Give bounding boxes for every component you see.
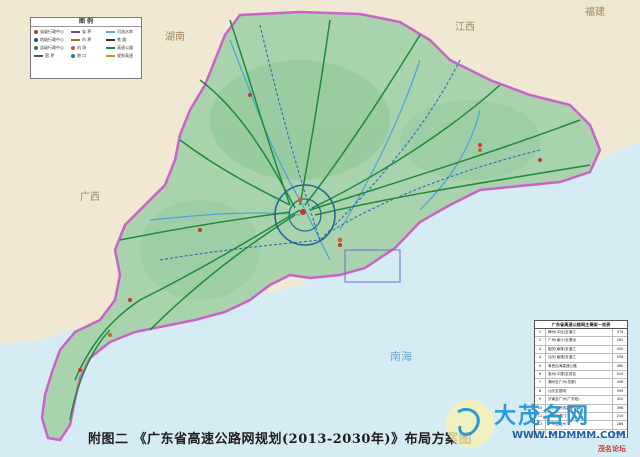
legend-item: 县级行政中心 bbox=[34, 45, 64, 51]
table-cell-km: 480 bbox=[616, 363, 624, 368]
legend-item: 规划高速 bbox=[106, 53, 133, 59]
table-cell-km: 374 bbox=[616, 330, 624, 334]
table-cell-no: 5 bbox=[535, 362, 546, 370]
table-row: 3 韶关(南雄)至湛江 450 bbox=[535, 345, 627, 355]
province-label-fujian: 福建 bbox=[585, 5, 605, 18]
table-row: 5 粤西沿海高速公路 480 bbox=[535, 362, 627, 371]
legend-item: 机 场 bbox=[71, 45, 86, 51]
watermark-site-name: 大茂名网 bbox=[494, 403, 591, 429]
table-cell-no: 1 bbox=[535, 329, 546, 337]
sea-label: 南海 bbox=[390, 349, 412, 363]
table-cell-km: 436 bbox=[616, 380, 624, 385]
legend-item: 国 界 bbox=[34, 53, 54, 59]
table-row: 7 潮州至广州(花都) 436 bbox=[535, 379, 627, 388]
table-cell-no: 2 bbox=[535, 337, 546, 345]
legend-item: 铁 路 bbox=[106, 37, 126, 43]
table-row: 1 梅州(平远)至湛江 374 bbox=[535, 329, 627, 338]
table-cell-no: 6 bbox=[535, 370, 546, 379]
province-label-hunan: 湖南 bbox=[165, 30, 185, 43]
table-cell-name: 惠州(平潭)至茂名 bbox=[546, 370, 613, 379]
legend-item: 港 口 bbox=[71, 53, 86, 59]
table-row: 4 汕头(南澳)至湛江 558 bbox=[535, 354, 627, 363]
watermark-url: WWW.MDMMM.COM bbox=[512, 430, 626, 441]
map-figure: 福建 湖南 广西 江西 南海 图 例 省级行政中心 地级行政中心 县级行政中心 … bbox=[0, 0, 640, 457]
table-cell-name: 潮州至广州(花都) bbox=[546, 379, 613, 387]
legend-heading: 图 例 bbox=[31, 18, 141, 27]
table-cell-name: 广州(南沙)至清远 bbox=[546, 337, 613, 345]
table-cell-km: 510 bbox=[616, 371, 624, 376]
legend-item: 河流水库 bbox=[106, 29, 133, 35]
table-cell-km: 558 bbox=[616, 355, 624, 360]
map-title: 附图二 《广东省高速公路网规划(2013-2030年)》布局方案图 bbox=[88, 432, 473, 447]
watermark-forum: 茂名论坛 bbox=[598, 445, 626, 453]
table-cell-km: 450 bbox=[616, 346, 624, 351]
legend-item: 省 界 bbox=[71, 29, 91, 35]
table-cell-name: 梅州(平远)至湛江 bbox=[546, 329, 613, 337]
table-row: 2 广州(南沙)至清远 262 bbox=[535, 337, 627, 346]
legend-item: 市 界 bbox=[71, 37, 91, 43]
table-cell-no: 4 bbox=[535, 354, 546, 362]
province-label-jiangxi: 江西 bbox=[455, 21, 475, 33]
legend-item: 省级行政中心 bbox=[34, 29, 64, 35]
table-row: 6 惠州(平潭)至茂名 510 bbox=[535, 370, 627, 380]
map-legend: 图 例 省级行政中心 地级行政中心 县级行政中心 国 界 省 界 市 界 机 场… bbox=[30, 17, 142, 79]
province-label-guangxi: 广西 bbox=[80, 191, 100, 203]
table-cell-name: 粤西沿海高速公路 bbox=[546, 362, 613, 370]
table-cell-no: 7 bbox=[535, 379, 546, 387]
table-cell-no: 3 bbox=[535, 345, 546, 354]
table-cell-km: 262 bbox=[616, 338, 624, 343]
table-cell-name: 韶关(南雄)至湛江 bbox=[546, 345, 613, 354]
legend-item: 高速公路 bbox=[106, 45, 133, 51]
table-cell-name: 汕头(南澳)至湛江 bbox=[546, 354, 613, 362]
legend-item: 地级行政中心 bbox=[34, 37, 64, 43]
table-title: 广东省高速公路网主骨架一览表 bbox=[535, 321, 627, 329]
